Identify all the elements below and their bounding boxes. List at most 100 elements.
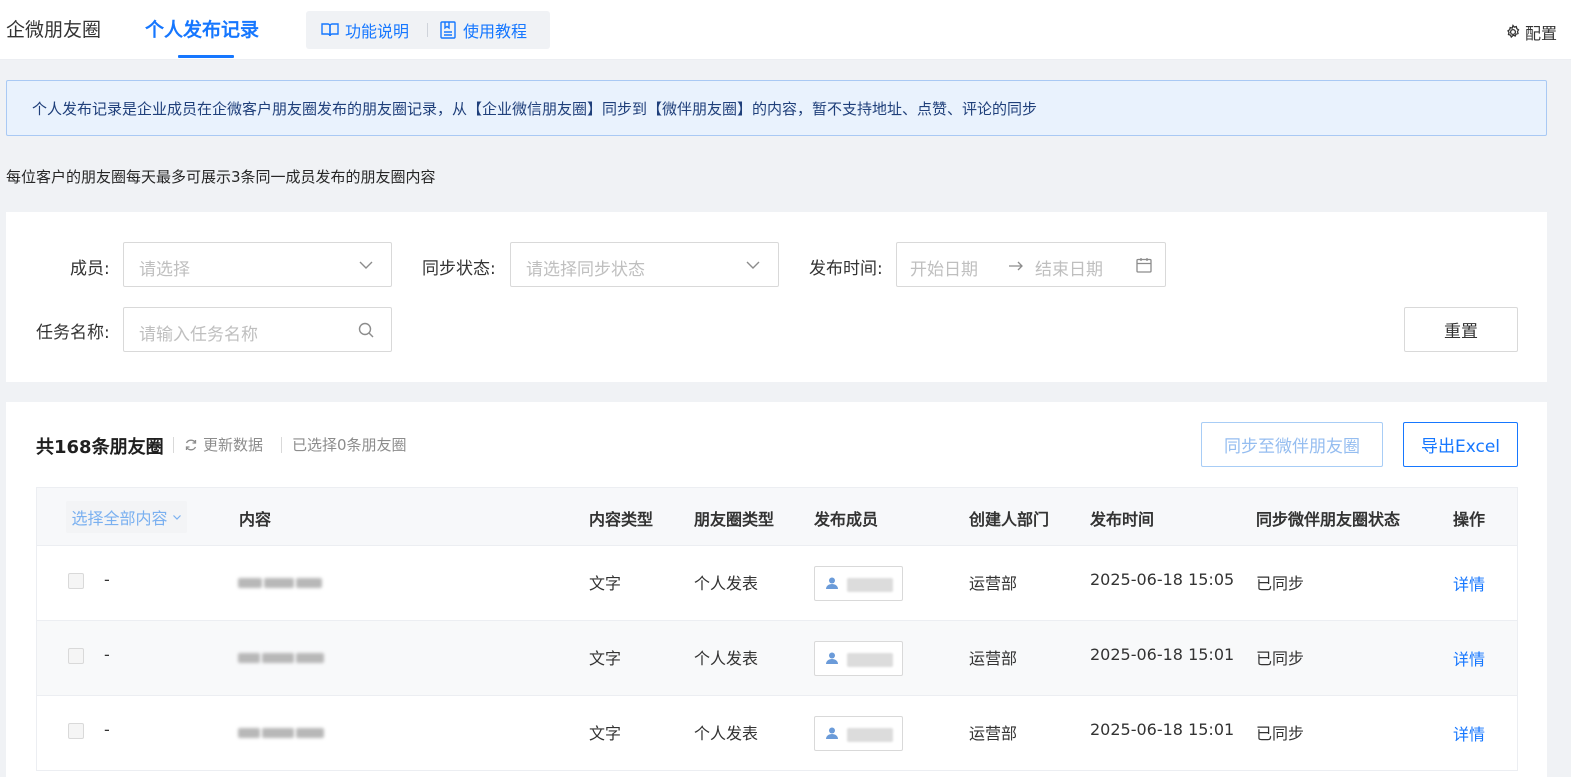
help-links-box: 功能说明 使用教程 bbox=[306, 11, 550, 49]
row-checkbox[interactable] bbox=[68, 648, 84, 664]
reset-button[interactable]: 重置 bbox=[1404, 307, 1518, 352]
blurred-content bbox=[238, 648, 328, 663]
member-tag[interactable] bbox=[814, 566, 903, 601]
column-publish-time: 发布时间 bbox=[1090, 510, 1155, 529]
content-type-cell: 文字 bbox=[589, 649, 622, 668]
blurred-member-name bbox=[847, 578, 893, 592]
member-tag[interactable] bbox=[814, 716, 903, 751]
start-date-placeholder: 开始日期 bbox=[910, 260, 978, 280]
arrow-right-icon bbox=[1009, 261, 1023, 271]
blurred-content bbox=[238, 573, 328, 588]
row-checkbox[interactable] bbox=[68, 573, 84, 589]
dept-cell: 运营部 bbox=[969, 649, 1018, 668]
user-icon bbox=[826, 577, 838, 589]
dept-cell: 运营部 bbox=[969, 724, 1018, 743]
row-dash: - bbox=[104, 645, 110, 664]
table-row: - 文字 个人发表 运营部 2025-06-18 15:01 已同步 详情 bbox=[36, 621, 1518, 696]
feature-description-link[interactable]: 功能说明 bbox=[320, 19, 409, 41]
publish-time-cell: 2025-06-18 15:01 bbox=[1090, 720, 1235, 739]
sync-status-cell: 已同步 bbox=[1256, 649, 1305, 668]
divider bbox=[173, 437, 174, 453]
detail-link[interactable]: 详情 bbox=[1453, 571, 1485, 595]
sync-status-select[interactable]: 请选择同步状态 bbox=[510, 242, 779, 287]
content-type-cell: 文字 bbox=[589, 724, 622, 743]
selected-count: 已选择0条朋友圈 bbox=[292, 436, 407, 454]
sync-status-cell: 已同步 bbox=[1256, 724, 1305, 743]
moments-table: 选择全部内容 内容 内容类型 朋友圈类型 发布成员 创建人部门 发布时间 同步微… bbox=[36, 487, 1518, 771]
column-actions: 操作 bbox=[1453, 510, 1486, 529]
filter-panel: 成员: 请选择 同步状态: 请选择同步状态 发布时间: 开始日期 结束日期 任务… bbox=[6, 212, 1547, 382]
top-bar: 企微朋友圈 个人发布记录 功能说明 使用教程 配置 bbox=[0, 0, 1571, 60]
help-divider bbox=[427, 23, 428, 37]
search-icon bbox=[358, 322, 374, 338]
column-moment-type: 朋友圈类型 bbox=[694, 510, 775, 529]
sync-status-filter-label: 同步状态: bbox=[422, 259, 496, 279]
detail-link[interactable]: 详情 bbox=[1453, 646, 1485, 670]
info-notice: 个人发布记录是企业成员在企微客户朋友圈发布的朋友圈记录，从【企业微信朋友圈】同步… bbox=[6, 80, 1547, 136]
refresh-icon bbox=[185, 439, 197, 450]
table-row: - 文字 个人发表 运营部 2025-06-18 15:01 已同步 详情 bbox=[36, 696, 1518, 771]
row-dash: - bbox=[104, 720, 110, 739]
sync-status-placeholder: 请选择同步状态 bbox=[526, 260, 645, 280]
content-type-cell: 文字 bbox=[589, 574, 622, 593]
table-row: - 文字 个人发表 运营部 2025-06-18 15:05 已同步 详情 bbox=[36, 546, 1518, 621]
feature-description-label: 功能说明 bbox=[345, 22, 410, 41]
user-icon bbox=[826, 652, 838, 664]
member-filter-label: 成员: bbox=[70, 259, 110, 279]
select-all-label: 选择全部内容 bbox=[71, 509, 168, 528]
total-count-title: 共168条朋友圈 bbox=[36, 437, 164, 458]
refresh-data-label: 更新数据 bbox=[203, 436, 264, 454]
select-all-dropdown[interactable]: 选择全部内容 bbox=[66, 501, 187, 533]
tutorial-link[interactable]: 使用教程 bbox=[438, 19, 527, 41]
member-tag[interactable] bbox=[814, 641, 903, 676]
end-date-placeholder: 结束日期 bbox=[1035, 260, 1103, 280]
moment-type-cell: 个人发表 bbox=[694, 649, 759, 668]
column-content: 内容 bbox=[239, 510, 272, 529]
chevron-down-icon bbox=[359, 261, 373, 269]
publish-time-cell: 2025-06-18 15:05 bbox=[1090, 570, 1235, 589]
calendar-icon bbox=[1136, 258, 1152, 273]
tab-personal-records[interactable]: 个人发布记录 bbox=[145, 16, 259, 44]
column-content-type: 内容类型 bbox=[589, 510, 654, 529]
tab-enterprise-moments[interactable]: 企微朋友圈 bbox=[6, 16, 101, 44]
moments-list-card: 共168条朋友圈 更新数据 已选择0条朋友圈 同步至微伴朋友圈 导出Excel … bbox=[6, 402, 1547, 777]
row-dash: - bbox=[104, 570, 110, 589]
active-tab-indicator bbox=[178, 55, 234, 58]
task-name-filter-label: 任务名称: bbox=[36, 323, 110, 343]
column-creator-dept: 创建人部门 bbox=[969, 510, 1050, 529]
sync-to-weiban-button[interactable]: 同步至微伴朋友圈 bbox=[1201, 422, 1383, 467]
user-icon bbox=[826, 727, 838, 739]
sync-status-cell: 已同步 bbox=[1256, 574, 1305, 593]
publish-time-filter-label: 发布时间: bbox=[809, 259, 883, 279]
column-publisher: 发布成员 bbox=[814, 510, 879, 529]
date-range-picker[interactable]: 开始日期 结束日期 bbox=[896, 242, 1166, 287]
member-select-placeholder: 请选择 bbox=[139, 260, 190, 280]
column-sync-status: 同步微伴朋友圈状态 bbox=[1256, 510, 1401, 529]
notice-text: 个人发布记录是企业成员在企微客户朋友圈发布的朋友圈记录，从【企业微信朋友圈】同步… bbox=[32, 100, 1038, 118]
divider bbox=[281, 437, 282, 453]
config-button[interactable]: 配置 bbox=[1505, 20, 1557, 44]
blurred-member-name bbox=[847, 728, 893, 742]
moment-type-cell: 个人发表 bbox=[694, 574, 759, 593]
book-icon bbox=[321, 23, 339, 37]
document-icon bbox=[440, 21, 456, 39]
detail-link[interactable]: 详情 bbox=[1453, 721, 1485, 745]
chevron-down-icon bbox=[746, 261, 760, 269]
task-name-input[interactable]: 请输入任务名称 bbox=[123, 307, 392, 352]
task-name-placeholder: 请输入任务名称 bbox=[139, 325, 258, 345]
chevron-down-icon bbox=[172, 515, 181, 520]
export-excel-button[interactable]: 导出Excel bbox=[1403, 422, 1518, 467]
row-checkbox[interactable] bbox=[68, 723, 84, 739]
blurred-content bbox=[238, 723, 328, 738]
dept-cell: 运营部 bbox=[969, 574, 1018, 593]
tutorial-label: 使用教程 bbox=[463, 22, 528, 41]
blurred-member-name bbox=[847, 653, 893, 667]
member-select[interactable]: 请选择 bbox=[123, 242, 392, 287]
config-label: 配置 bbox=[1524, 24, 1557, 43]
refresh-data-button[interactable]: 更新数据 bbox=[184, 434, 263, 455]
table-header: 选择全部内容 内容 内容类型 朋友圈类型 发布成员 创建人部门 发布时间 同步微… bbox=[36, 487, 1518, 546]
publish-time-cell: 2025-06-18 15:01 bbox=[1090, 645, 1235, 664]
gear-icon bbox=[1507, 24, 1520, 39]
moment-type-cell: 个人发表 bbox=[694, 724, 759, 743]
limit-note: 每位客户的朋友圈每天最多可展示3条同一成员发布的朋友圈内容 bbox=[6, 168, 436, 186]
